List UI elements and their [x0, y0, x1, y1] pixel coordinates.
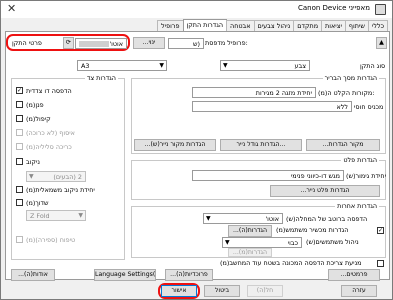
chevron-down-icon: ▼ — [225, 239, 230, 246]
close-icon[interactable]: ✕ — [7, 2, 16, 15]
fold-checkbox[interactable] — [16, 115, 23, 122]
chevron-down-icon: ▼ — [78, 212, 83, 219]
input-source-label: מקורות הקלט ה(מ): — [318, 89, 375, 97]
stack-checkbox[interactable] — [16, 236, 23, 243]
duplex-checkbox[interactable]: ✓ — [16, 87, 23, 94]
paper-size-settings-button[interactable]: הגדרות גודל נייר... — [220, 139, 302, 151]
paper-type-settings-button[interactable]: ...(ש)הגדרות מקור נייר — [134, 139, 216, 151]
chevron-down-icon: ▼ — [159, 62, 164, 69]
staple-option-label: (מ)פנן — [26, 101, 44, 109]
help-button[interactable]: עזרה — [341, 285, 377, 297]
other-settings-legend: הגדרות אחרות — [335, 202, 379, 210]
tab-security[interactable]: אבטחה — [226, 20, 255, 31]
tab-ports[interactable]: יציאות — [321, 20, 346, 31]
paper-source-settings-button[interactable]: ...מקור הגדרות — [306, 139, 380, 151]
device-name-field[interactable]: אוטו' — [75, 38, 127, 49]
finishing-unit-label: יחידת גימור(ש) — [346, 172, 387, 180]
punch-select[interactable]: 2 (הבעים) ▼ — [26, 171, 86, 182]
punch-label: ניקוב — [26, 158, 40, 166]
paper-size-value: A3 — [81, 62, 90, 70]
language-settings-button[interactable]: Language Settings(ר)... — [94, 269, 156, 281]
paper-size-select[interactable]: A3 ▼ — [77, 60, 167, 71]
user-management-value: כבוי — [287, 239, 298, 247]
duplex-prevent-label: (מ)מניעת צריכת הדפסה המכונה בשטח עוד המח… — [220, 259, 362, 267]
title-bar: ✕ Canon Device מאפייני — [1, 1, 392, 18]
formats-button[interactable]: ...פרמטים — [328, 269, 380, 281]
user-management-select[interactable]: כבוי ▼ — [222, 237, 302, 248]
collate-checkbox[interactable] — [16, 129, 23, 136]
staple-checkbox[interactable] — [16, 101, 23, 108]
punch-unit-checkbox[interactable] — [16, 186, 23, 193]
tab-profile[interactable]: פרופיל — [157, 20, 184, 31]
device-status-value: אוטו' — [109, 40, 123, 48]
duplex-label: הדפסה דו צדדית — [26, 87, 72, 95]
cancel-button[interactable]: ביטול — [204, 285, 240, 297]
binding-label: (מ)כריכה סליליה — [26, 143, 72, 151]
output-settings-button[interactable]: ...הגדרות פלט נייר — [270, 185, 380, 197]
fold-type-select[interactable]: Z Fold ▼ — [26, 210, 86, 221]
device-info-label: פרטי התקן — [12, 39, 42, 47]
tab-device-settings[interactable]: הגדרות התקן — [182, 19, 228, 31]
ok-button[interactable]: אישור — [161, 285, 197, 297]
preferences-button[interactable]: ...(ה)פרוכדיות — [165, 269, 213, 281]
fold-type-value: Z Fold — [30, 212, 50, 220]
auto-print-value: אוטו' — [265, 215, 279, 223]
output-label: מכניס חוסי — [354, 103, 384, 111]
auto-print-label: (ש)הדפסה ברוטב של המחלה — [286, 215, 368, 223]
tab-general[interactable]: כללי — [367, 20, 388, 31]
window-title: Canon Device מאפייני — [297, 4, 370, 12]
apply-icon[interactable]: ▲ — [376, 37, 387, 49]
output-settings-legend: הגדרות פלט — [341, 156, 379, 164]
chevron-down-icon: ▼ — [223, 62, 228, 69]
change-profile-button[interactable]: ...ינוי — [133, 37, 165, 49]
user-management-label: (ש)ניהול משתמשים — [306, 238, 359, 246]
apply-button[interactable]: (ה)חל — [247, 285, 283, 297]
options-legend: הגדרות צד — [84, 74, 118, 82]
tab-strip: כללי שיתוף יציאות מתקדם ניהול צבעים אבטח… — [5, 19, 388, 31]
user-settings-label: (מ)הגדרות מכשיר משתמש — [276, 226, 349, 234]
fold-unit-checkbox[interactable] — [16, 199, 23, 206]
fold-unit-label: (מ)שדוך — [26, 199, 49, 207]
user-management-settings-button[interactable]: ...(מ)הגדרות — [228, 248, 272, 257]
tab-sharing[interactable]: שיתוף — [344, 20, 369, 31]
punch-unit-label: (מ)יחידת ניקוב משמאלית — [26, 186, 95, 194]
tab-advanced[interactable]: מתקדם — [293, 20, 323, 31]
punch-checkbox[interactable] — [16, 158, 23, 165]
printer-properties-window: ✕ Canon Device מאפייני כללי שיתוף יציאות… — [0, 0, 393, 300]
output-field[interactable]: ללא — [192, 101, 352, 112]
general-settings-legend: הגדרות מסך הבריר — [322, 74, 379, 82]
user-settings-button[interactable]: ...(ה)הגדרות — [228, 225, 272, 237]
about-button[interactable]: ...(ה)אודות — [11, 269, 55, 281]
blurred-device-name — [79, 41, 109, 47]
chevron-down-icon: ▼ — [206, 215, 211, 222]
input-source-field[interactable]: יחידת מזגה 2 מגירות — [192, 87, 316, 98]
printer-icon — [375, 4, 386, 15]
collate-label: איסוף (לא כרוכה) — [26, 129, 75, 137]
fold-option-label: (מ)קיפול — [26, 115, 51, 123]
device-settings-panel: פרופיל מדפסת: (ש ...ינוי ▲ פרטי התקן ⟳ א… — [5, 31, 390, 281]
finishing-unit-field[interactable]: מגש דו-כיווני פנימי — [192, 170, 344, 181]
refresh-icon[interactable]: ⟳ — [63, 37, 74, 49]
user-settings-checkbox[interactable]: ✓ — [377, 227, 384, 234]
profile-field[interactable]: (ש — [168, 38, 204, 49]
auto-print-select[interactable]: אוטו' ▼ — [203, 213, 283, 224]
binding-checkbox[interactable] — [16, 143, 23, 150]
tab-color-management[interactable]: ניהול צבעים — [253, 20, 295, 31]
duplex-prevent-checkbox[interactable] — [377, 260, 384, 267]
color-mode-select[interactable]: צבע ▼ — [220, 60, 310, 71]
punch-value: 2 (הבעים) — [53, 173, 82, 181]
paper-source-label: סוג התקן — [360, 62, 386, 70]
color-mode-value: צבע — [294, 62, 307, 70]
printer-profile-label: פרופיל מדפסת: — [205, 39, 248, 47]
stack-label: (מ)טיפוח (ספירה) — [26, 236, 76, 244]
chevron-down-icon: ▼ — [29, 173, 34, 180]
